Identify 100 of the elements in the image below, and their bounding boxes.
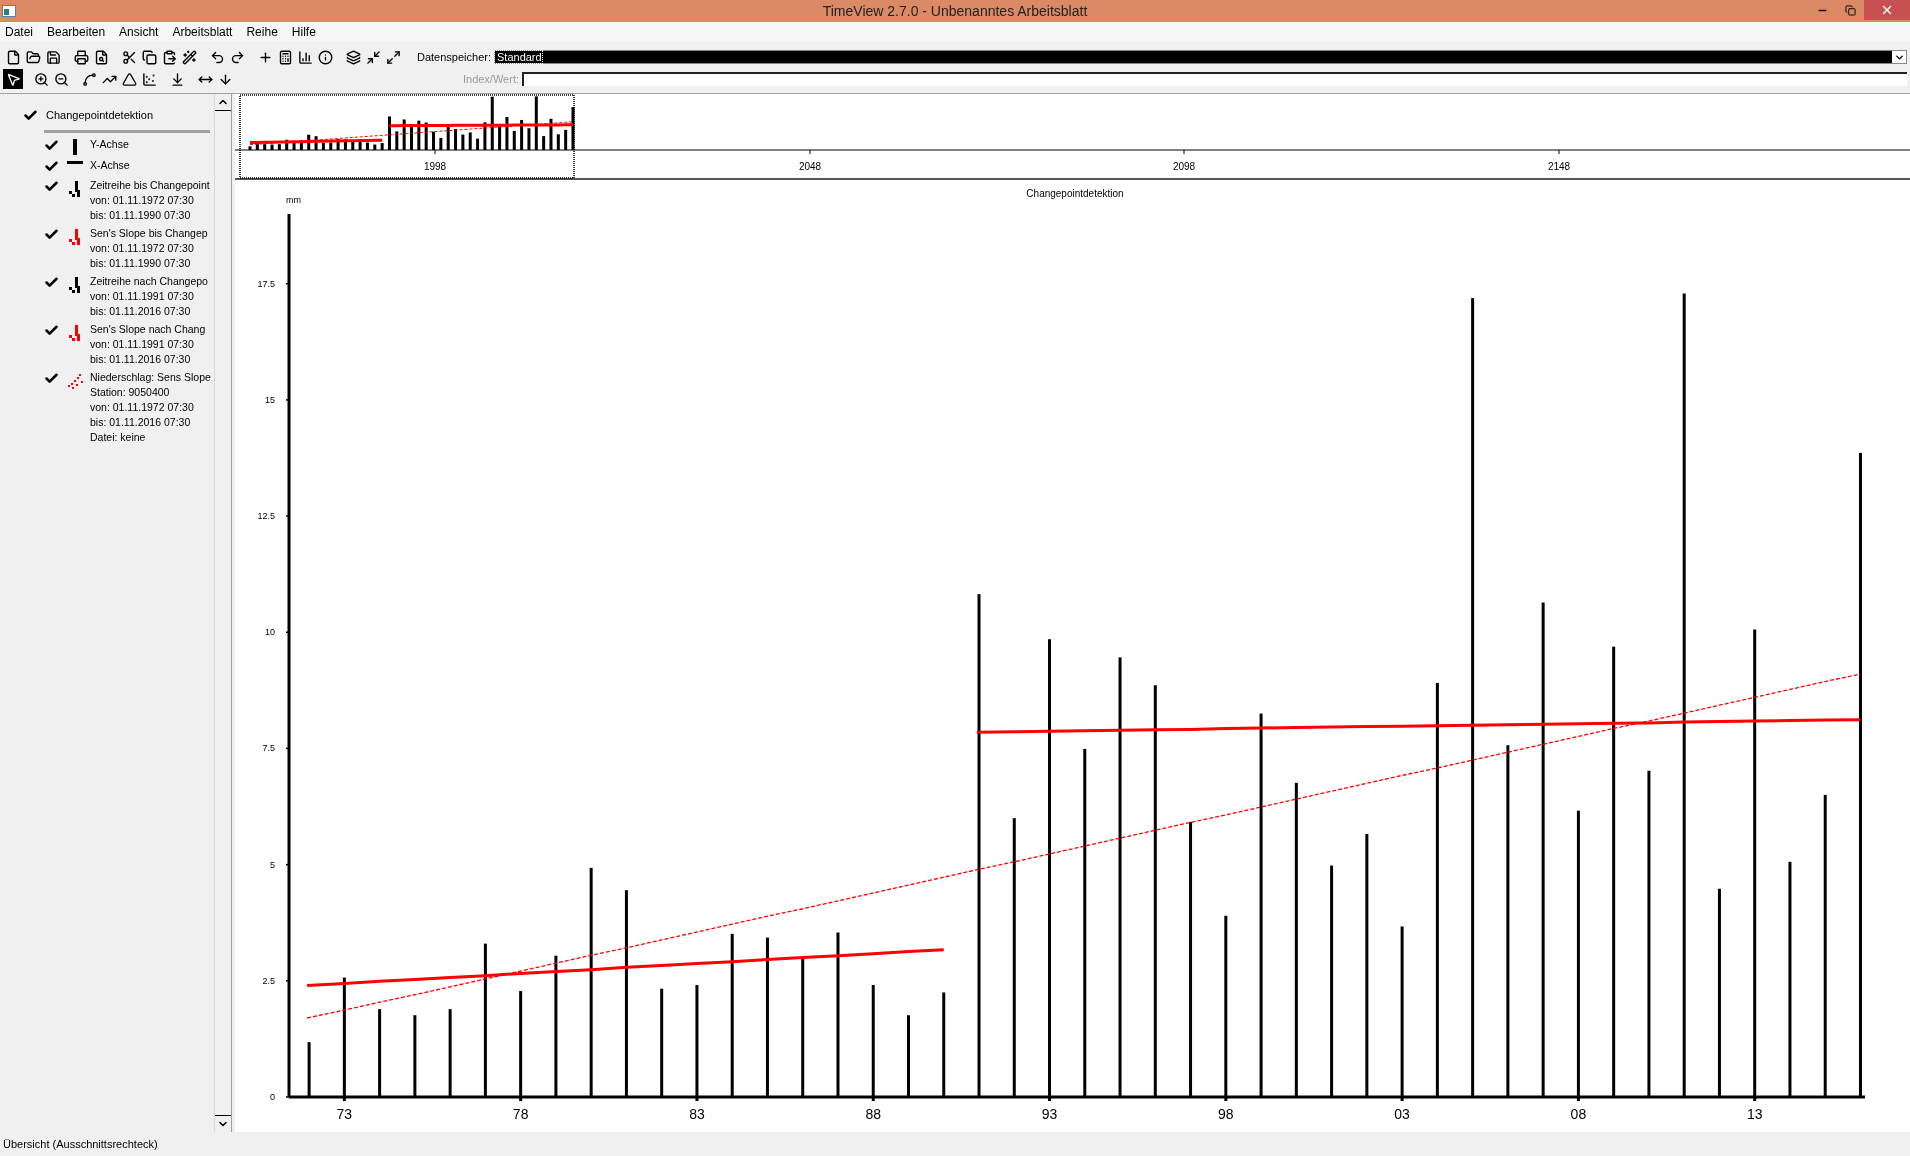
bar — [307, 1042, 311, 1097]
toolbar-button[interactable] — [3, 69, 23, 89]
tree-item-detail: von: 01.11.1972 07:30 — [90, 399, 195, 415]
new-file-icon — [5, 49, 21, 65]
tree-item[interactable]: Y-Achse — [90, 136, 129, 152]
print-preview-icon — [93, 49, 109, 65]
tick-label: 2098 — [1172, 161, 1196, 173]
tree-item[interactable]: X-Achse — [90, 157, 130, 173]
polyline-icon — [81, 71, 97, 87]
tree-item-detail: von: 01.11.1991 07:30 — [90, 336, 195, 352]
tree-item[interactable]: Niederschlag: Sens Slope — [90, 369, 211, 385]
tick-label: 2.5 — [262, 975, 275, 986]
open-folder-icon — [25, 49, 41, 65]
tick-label: 78 — [512, 1106, 529, 1122]
calculator-icon — [277, 49, 293, 65]
down-arrow-icon — [217, 71, 233, 87]
tree-item-detail: von: 01.11.1991 07:30 — [90, 288, 195, 304]
tick-label: 15 — [265, 394, 275, 405]
tree-item[interactable]: Zeitreihe bis Changepoint — [90, 177, 210, 193]
tree-item[interactable]: Changepointdetektion — [46, 107, 154, 124]
scissors-icon — [121, 49, 137, 65]
tick-label: 2148 — [1547, 161, 1571, 173]
horizontal-bar-icon — [67, 159, 83, 165]
layers-icon — [345, 49, 361, 65]
series-icon — [67, 323, 83, 341]
tick-label: 12.5 — [257, 511, 275, 522]
triangle-icon — [121, 71, 137, 87]
tick-label: 83 — [689, 1106, 705, 1122]
tick-label: 13 — [1746, 1106, 1763, 1122]
plus-icon — [257, 49, 273, 65]
overview-drawing[interactable] — [235, 94, 1910, 180]
storage-dropdown[interactable]: Standard — [494, 50, 1907, 64]
check-icon — [43, 159, 59, 174]
status-text: Übersicht (Ausschnittsrechteck) — [3, 1136, 158, 1152]
restore-icon — [1844, 4, 1856, 16]
index-label: Index/Wert: — [462, 71, 519, 87]
paste-icon — [161, 49, 177, 65]
menu-item[interactable]: Bearbeiten — [47, 23, 106, 41]
series-icon — [67, 275, 83, 293]
undo-icon — [209, 49, 225, 65]
tick-label: 2048 — [798, 161, 822, 173]
menu-item[interactable]: Reihe — [246, 23, 278, 41]
tick-label: 10 — [265, 627, 275, 638]
tick-label: 7.5 — [262, 743, 275, 754]
tick-label: 0 — [270, 1092, 275, 1102]
tick-label: 73 — [336, 1106, 353, 1122]
menu-item[interactable]: Ansicht — [119, 23, 159, 41]
tree-item-detail: von: 01.11.1972 07:30 — [90, 192, 195, 208]
info-icon — [317, 49, 333, 65]
tick-label: 03 — [1394, 1106, 1410, 1122]
tick-label: 1998 — [423, 161, 447, 173]
tree-item-detail: bis: 01.11.1990 07:30 — [90, 207, 192, 223]
tree-item-detail: Station: 9050400 — [90, 384, 171, 400]
axis-label: mm — [286, 195, 301, 205]
check-icon — [43, 179, 59, 194]
tick-label: 5 — [270, 859, 275, 870]
tree-item[interactable]: Sen's Slope nach Chang — [90, 321, 206, 337]
menu-item[interactable]: Hilfe — [291, 23, 316, 41]
menu-item[interactable]: Arbeitsblatt — [172, 23, 233, 41]
printer-icon — [73, 49, 89, 65]
copy-icon — [141, 49, 157, 65]
storage-label: Datenspeicher: — [417, 49, 491, 65]
scatter-icon — [141, 71, 157, 87]
wand-icon — [181, 49, 197, 65]
tree-item-detail: bis: 01.11.2016 07:30 — [90, 303, 192, 319]
check-icon — [43, 227, 59, 242]
scatter-icon — [66, 371, 84, 389]
vertical-bar-icon — [72, 138, 78, 155]
tree-item-detail: Datei: keine — [90, 429, 147, 445]
series-icon — [67, 179, 83, 197]
tree-item[interactable]: Zeitreihe nach Changepo — [90, 273, 208, 289]
tick-label: 88 — [865, 1106, 881, 1122]
tree-item-detail: bis: 01.11.2016 07:30 — [90, 351, 192, 367]
check-icon — [43, 323, 59, 338]
menu-item[interactable]: Datei — [5, 23, 33, 41]
check-icon — [43, 138, 59, 153]
shrink-icon — [365, 49, 381, 65]
tree-item-detail: bis: 01.11.2016 07:30 — [90, 414, 192, 430]
save-icon — [45, 49, 61, 65]
zoom-in-icon — [33, 71, 49, 87]
tick-label: 98 — [1218, 1106, 1234, 1122]
scrollbar[interactable] — [214, 94, 231, 1132]
window-title: TimeView 2.7.0 - Unbenanntes Arbeitsblatt — [822, 1, 1088, 21]
tick-label: 93 — [1041, 1106, 1058, 1122]
bar-chart-icon — [297, 49, 313, 65]
app-icon — [2, 5, 16, 17]
tree-item-detail: von: 01.11.1972 07:30 — [90, 240, 195, 256]
chart-title: Changepointdetektion — [1026, 188, 1124, 199]
series-icon — [67, 227, 83, 245]
check-icon — [22, 107, 38, 123]
check-icon — [43, 371, 59, 386]
check-icon — [43, 275, 59, 290]
tree-item[interactable]: Sen's Slope bis Changep — [90, 225, 208, 241]
redo-icon — [229, 49, 245, 65]
tick-label: 17.5 — [257, 278, 275, 289]
pointer-icon — [5, 71, 21, 87]
tick-label: 08 — [1570, 1106, 1587, 1122]
zoom-out-icon — [53, 71, 69, 87]
close-icon — [1880, 3, 1894, 17]
expand-icon — [385, 49, 401, 65]
